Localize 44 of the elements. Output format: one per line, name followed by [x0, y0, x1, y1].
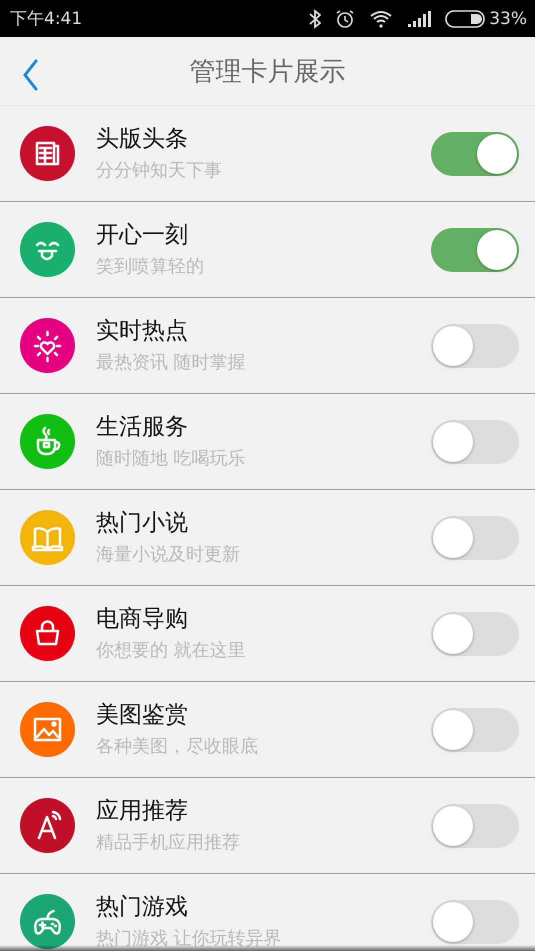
alarm-clock-icon [335, 8, 356, 28]
card-title: 热门游戏 [96, 894, 188, 921]
toggle-switch[interactable] [431, 708, 519, 752]
bag-icon [20, 606, 75, 661]
card-title: 应用推荐 [96, 798, 188, 825]
card-subtitle: 随时随地 吃喝玩乐 [96, 448, 246, 469]
card-subtitle: 精品手机应用推荐 [96, 832, 240, 853]
battery-icon [445, 10, 486, 28]
toggle-switch[interactable] [431, 804, 519, 848]
app-icon [20, 798, 75, 853]
wifi-icon [369, 10, 394, 28]
card-subtitle: 笑到喷算轻的 [96, 256, 204, 277]
card-subtitle: 分分钟知天下事 [96, 160, 222, 181]
card-title: 实时热点 [96, 318, 188, 345]
news-icon [20, 126, 75, 181]
toggle-switch[interactable] [431, 612, 519, 656]
card-subtitle: 各种美图，尽收眼底 [96, 736, 258, 757]
image-icon [20, 702, 75, 757]
page-title: 管理卡片展示 [190, 56, 346, 88]
toggle-switch[interactable] [431, 132, 519, 176]
card-title: 生活服务 [96, 414, 188, 441]
toggle-switch[interactable] [431, 900, 519, 944]
card-title: 头版头条 [96, 126, 188, 153]
card-subtitle: 最热资讯 随时掌握 [96, 352, 246, 373]
smile-icon [20, 222, 75, 277]
card-title: 热门小说 [96, 510, 188, 537]
toggle-switch[interactable] [431, 516, 519, 560]
toggle-switch[interactable] [431, 420, 519, 464]
game-icon [20, 894, 75, 949]
card-subtitle: 你想要的 就在这里 [96, 640, 246, 661]
card-subtitle: 海量小说及时更新 [96, 544, 240, 565]
card-title: 电商导购 [96, 606, 188, 633]
toggle-switch[interactable] [431, 324, 519, 368]
book-icon [20, 510, 75, 565]
toggle-switch[interactable] [431, 228, 519, 272]
status-time: 下午4:41 [10, 8, 82, 30]
card-title: 开心一刻 [96, 222, 188, 249]
card-subtitle: 热门游戏 让你玩转异界 [96, 928, 282, 949]
battery-percentage: 33% [489, 8, 527, 28]
sun-icon [20, 318, 75, 373]
bluetooth-icon [309, 8, 322, 28]
cup-icon [20, 414, 75, 469]
card-title: 美图鉴赏 [96, 702, 188, 729]
signal-icon [407, 10, 432, 28]
